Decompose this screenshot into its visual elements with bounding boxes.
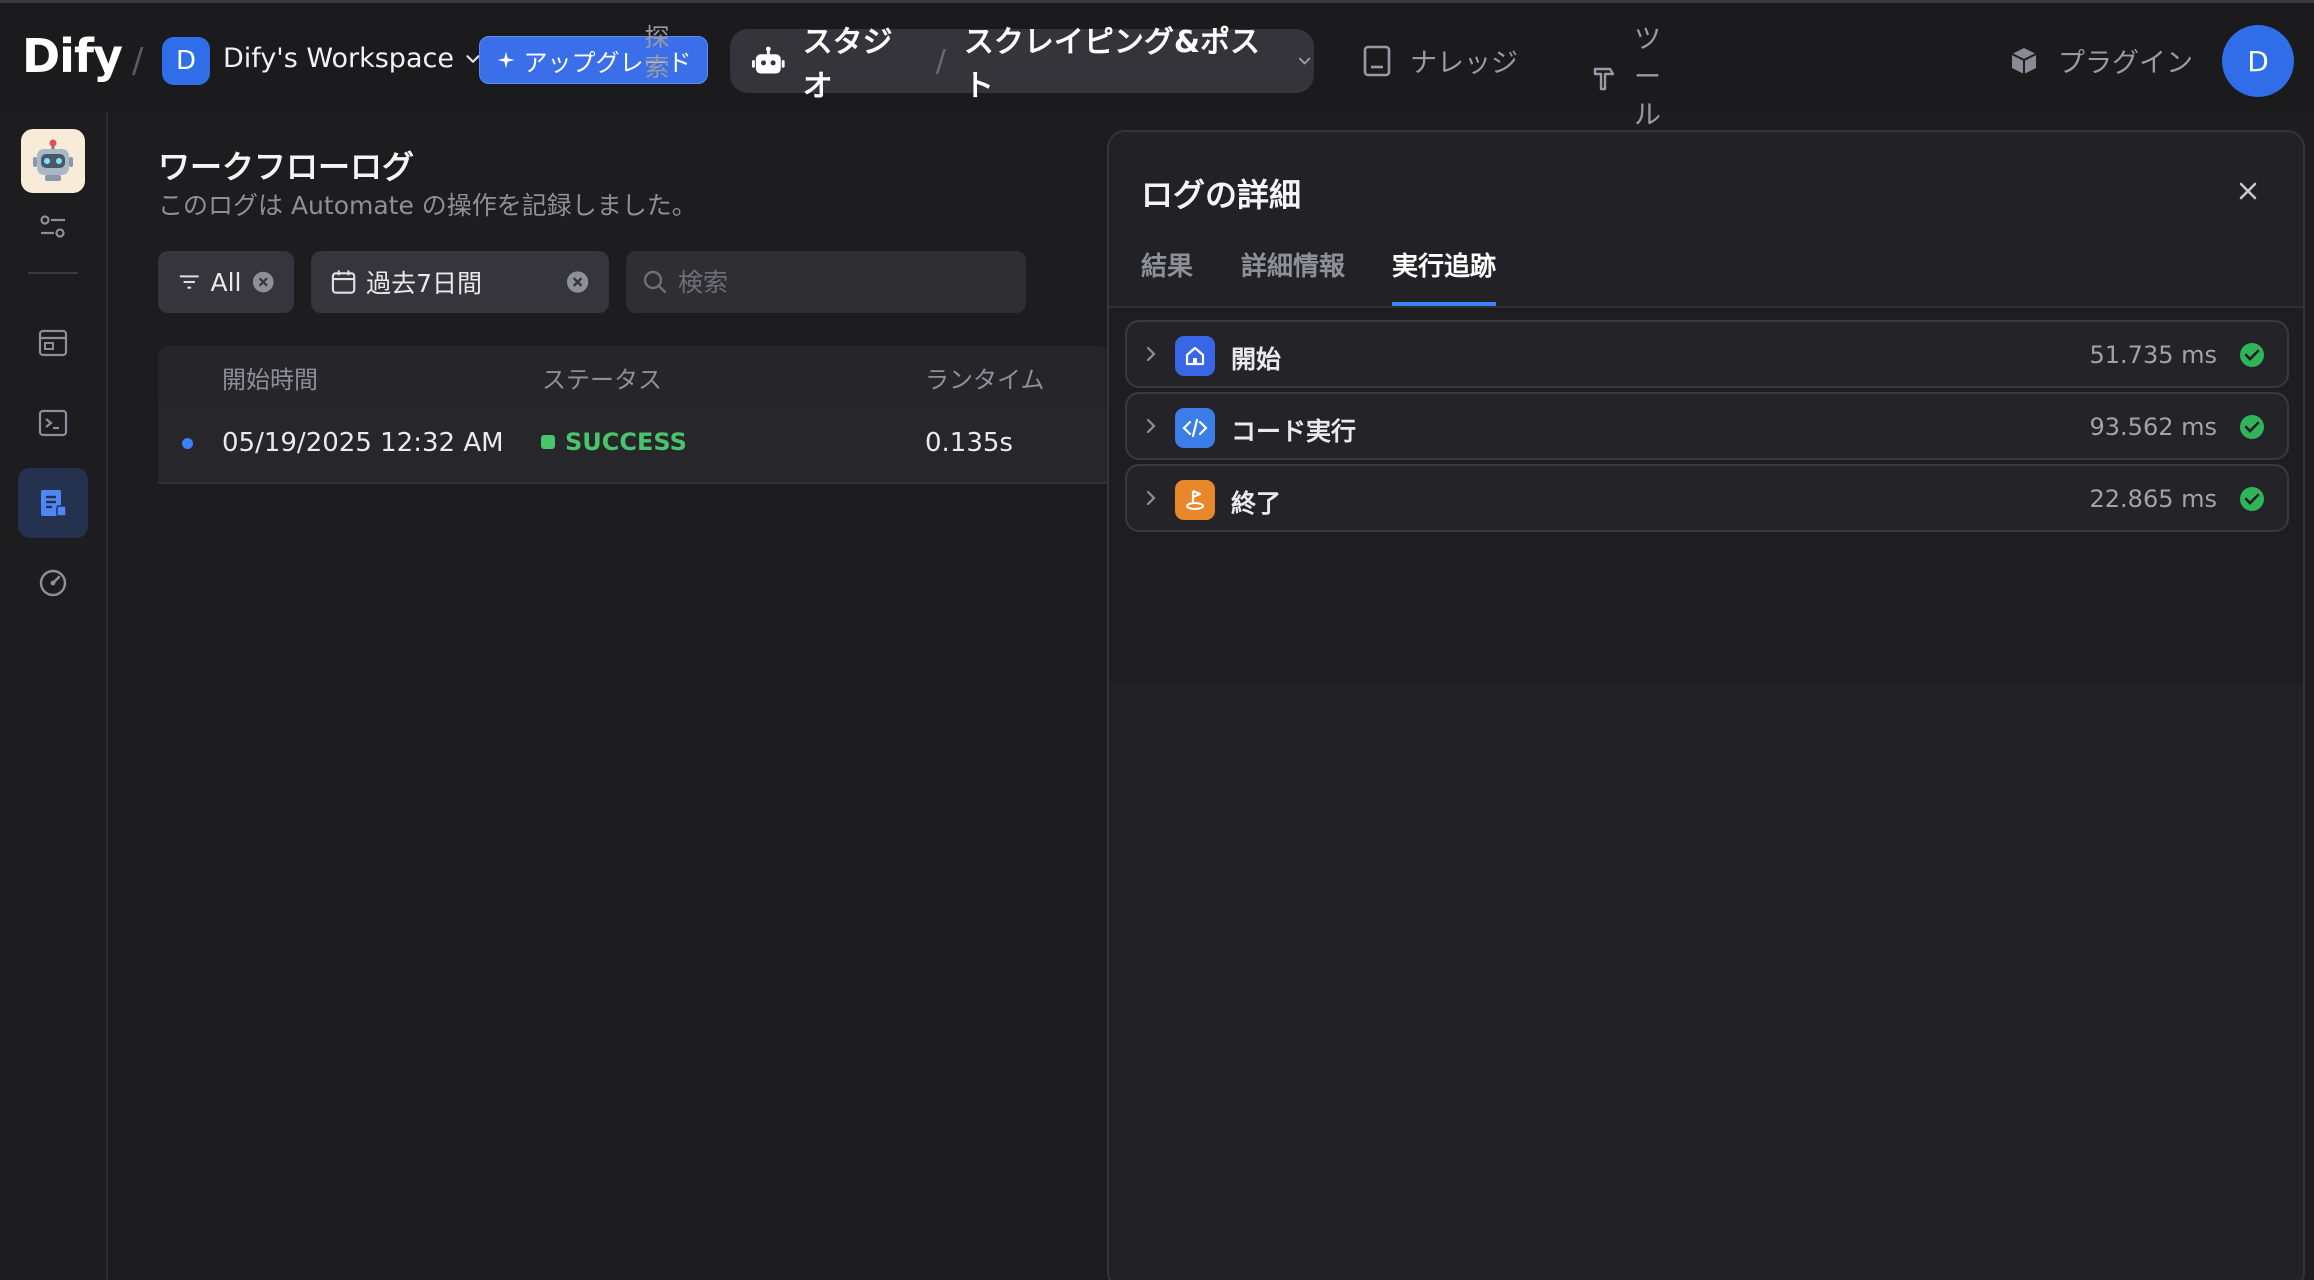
window-icon	[38, 329, 68, 357]
filter-icon	[179, 275, 199, 289]
user-avatar[interactable]: D	[2222, 25, 2294, 97]
trace-node-start[interactable]: 開始 51.735 ms	[1125, 320, 2289, 388]
clear-icon[interactable]	[566, 270, 589, 294]
unread-dot	[182, 438, 193, 449]
page-subtitle: このログは Automate の操作を記録しました。	[158, 191, 697, 220]
node-name: コード実行	[1231, 417, 1357, 446]
trace-node-end[interactable]: 終了 22.865 ms	[1125, 464, 2289, 532]
status-filter[interactable]: All	[158, 251, 294, 313]
column-start-time[interactable]: 開始時間	[222, 360, 318, 395]
chevron-down-icon	[1298, 57, 1311, 65]
sidebar-item-api[interactable]	[18, 388, 88, 458]
node-duration: 22.865 ms	[2089, 485, 2218, 513]
tab-trace[interactable]: 実行追跡	[1392, 242, 1497, 306]
top-navigation-bar: Dify / D Dify's Workspace アップグレード 探索 スタジ…	[0, 0, 2314, 131]
tab-result[interactable]: 結果	[1141, 242, 1193, 306]
gauge-icon	[39, 569, 67, 597]
app-settings-button[interactable]	[18, 192, 88, 262]
studio-app-selector[interactable]: スタジオ / スクレイピング&ポスト	[730, 25, 1314, 104]
check-circle-icon	[2240, 487, 2264, 511]
sparkle-icon	[497, 51, 514, 69]
search-input[interactable]	[678, 267, 1008, 297]
panel-title: ログの詳細	[1141, 176, 1302, 214]
app-icon[interactable]	[21, 129, 85, 193]
calendar-icon	[331, 270, 356, 294]
flag-icon	[1175, 480, 1215, 520]
current-app-name[interactable]: スクレイピング&ポスト	[964, 17, 1277, 105]
table-row[interactable]: 05/19/2025 12:32 AM SUCCESS 0.135s	[158, 402, 1108, 484]
check-circle-icon	[2240, 343, 2264, 367]
tools-label: ツール	[1634, 24, 1661, 131]
status-badge: SUCCESS	[541, 428, 687, 456]
knowledge-label: ナレッジ	[1410, 48, 1518, 79]
column-status[interactable]: ステータス	[542, 360, 662, 395]
breadcrumb-separator: /	[935, 43, 946, 79]
plugins-label: プラグイン	[2058, 48, 2193, 79]
nav-tools[interactable]: ツール	[1592, 21, 1684, 135]
log-document-icon	[41, 490, 67, 517]
search-box[interactable]	[626, 251, 1026, 313]
status-filter-value: All	[210, 267, 242, 297]
chevron-right-icon[interactable]	[1141, 416, 1161, 436]
home-icon	[1175, 336, 1215, 376]
status-indicator	[541, 435, 555, 449]
node-name: 開始	[1231, 345, 1282, 374]
sidebar-item-logs[interactable]	[18, 468, 88, 538]
sliders-icon	[40, 215, 65, 238]
check-circle-icon	[2240, 415, 2264, 439]
log-detail-panel: ログの詳細 結果 詳細情報 実行追跡 開始 51.735 ms コード実行 93…	[1107, 130, 2305, 1280]
chevron-right-icon[interactable]	[1141, 344, 1161, 364]
plugin-box-icon	[2011, 47, 2037, 74]
workspace-avatar[interactable]: D	[162, 37, 210, 85]
period-filter-value: 過去7日間	[366, 269, 483, 298]
row-runtime: 0.135s	[925, 428, 1013, 458]
workspace-switcher[interactable]: Dify's Workspace	[223, 43, 484, 74]
trace-list: 開始 51.735 ms コード実行 93.562 ms 終了 22.865 m…	[1109, 308, 2303, 684]
trace-node-code[interactable]: コード実行 93.562 ms	[1125, 392, 2289, 460]
workspace-name: Dify's Workspace	[223, 43, 454, 74]
node-name: 終了	[1231, 489, 1282, 518]
dify-logo[interactable]: Dify	[22, 29, 123, 83]
breadcrumb-separator: /	[132, 41, 144, 81]
book-icon	[1363, 45, 1391, 76]
node-duration: 51.735 ms	[2089, 341, 2218, 369]
robot-icon	[752, 46, 785, 74]
nav-explore[interactable]: 探索	[640, 23, 674, 83]
column-runtime[interactable]: ランタイム	[925, 360, 1045, 395]
sidebar-divider	[28, 272, 78, 274]
status-text: SUCCESS	[565, 428, 687, 456]
nav-plugins[interactable]: プラグイン	[2008, 41, 2193, 80]
clear-icon[interactable]	[252, 270, 275, 294]
app-sidebar	[0, 112, 108, 1280]
nav-studio[interactable]: スタジオ	[803, 17, 918, 105]
page-title: ワークフローログ	[158, 148, 415, 186]
row-start-time: 05/19/2025 12:32 AM	[222, 428, 504, 458]
sidebar-item-orchestrate[interactable]	[18, 308, 88, 378]
tab-detail[interactable]: 詳細情報	[1241, 242, 1345, 306]
code-icon	[1175, 408, 1215, 448]
terminal-icon	[38, 409, 68, 437]
sidebar-item-monitoring[interactable]	[18, 548, 88, 618]
node-duration: 93.562 ms	[2089, 413, 2218, 441]
search-icon	[643, 270, 667, 294]
nav-knowledge[interactable]: ナレッジ	[1362, 41, 1518, 80]
period-filter[interactable]: 過去7日間	[311, 251, 609, 313]
robot-icon	[33, 139, 73, 181]
close-icon[interactable]	[2233, 176, 2263, 206]
hammer-icon	[1593, 67, 1615, 91]
log-table-header: 開始時間 ステータス ランタイム	[158, 346, 1108, 402]
chevron-right-icon[interactable]	[1141, 488, 1161, 508]
